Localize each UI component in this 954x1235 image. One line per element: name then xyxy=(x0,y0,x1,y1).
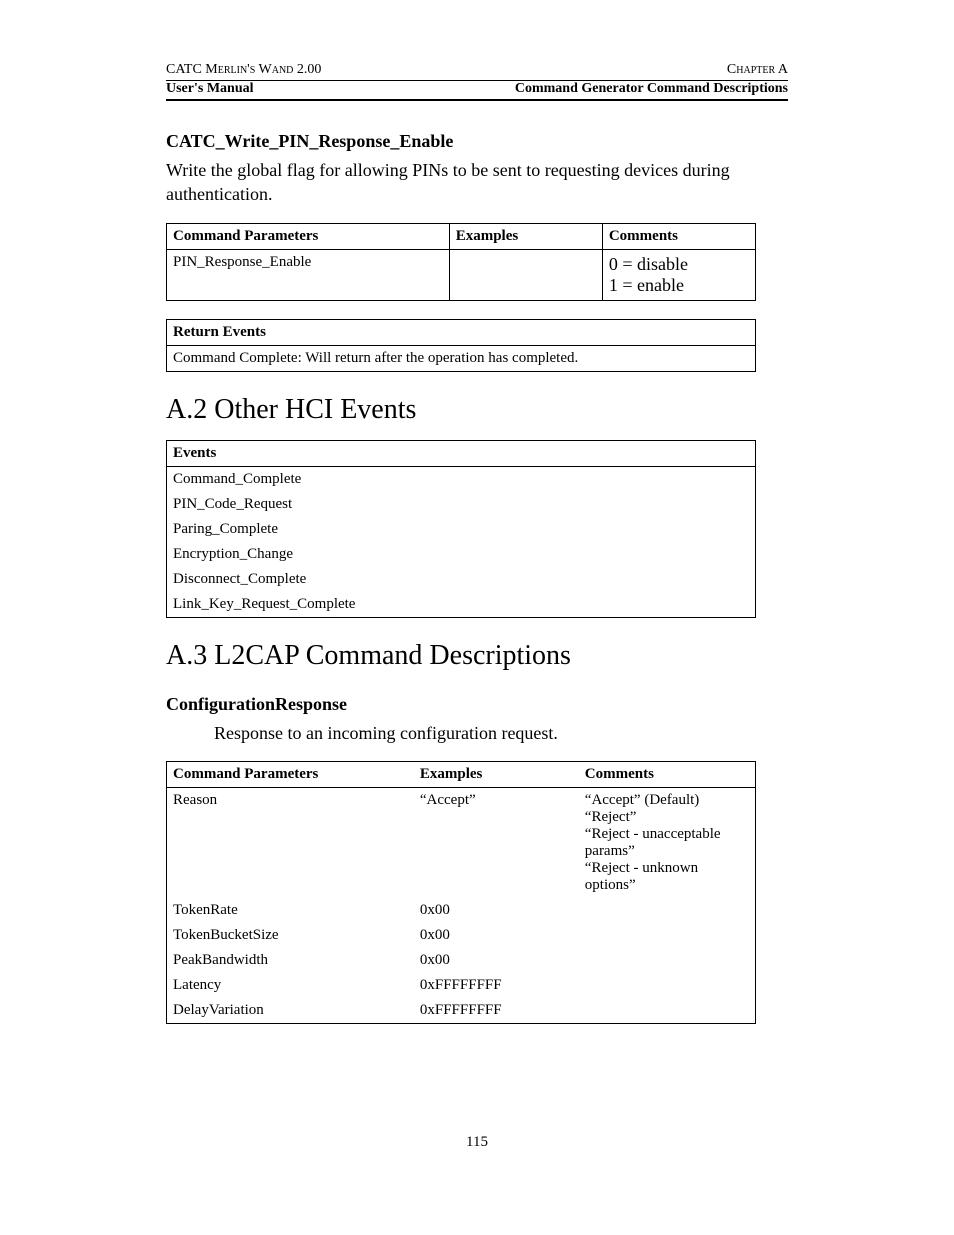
cell-param: DelayVariation xyxy=(167,998,414,1024)
command-parameters-table: Command Parameters Examples Comments PIN… xyxy=(166,223,756,301)
config-response-desc: Response to an incoming configuration re… xyxy=(214,721,788,745)
cell-example: “Accept” xyxy=(414,787,579,898)
table-row: PIN_Response_Enable 0 = disable 1 = enab… xyxy=(167,249,756,300)
cell-comment: 0 = disable 1 = enable xyxy=(602,249,755,300)
return-events-header: Return Events xyxy=(167,319,756,345)
cell-comment xyxy=(579,998,756,1024)
cell-comment xyxy=(579,923,756,948)
event-row: Command_Complete xyxy=(167,466,756,492)
event-row: Link_Key_Request_Complete xyxy=(167,592,756,618)
cell-comment xyxy=(579,948,756,973)
page-content: CATC Merlin's Wand 2.00 Chapter A User's… xyxy=(0,0,954,1191)
event-row: Paring_Complete xyxy=(167,517,756,542)
col-header-examples: Examples xyxy=(414,761,579,787)
return-events-text: Command Complete: Will return after the … xyxy=(167,345,756,371)
page-header: CATC Merlin's Wand 2.00 Chapter A xyxy=(166,62,788,78)
header-right-top: Chapter A xyxy=(727,62,788,78)
header-right-bottom: Command Generator Command Descriptions xyxy=(515,81,788,97)
page-number: 115 xyxy=(166,1134,788,1151)
return-events-table: Return Events Command Complete: Will ret… xyxy=(166,319,756,372)
command-description: Write the global flag for allowing PINs … xyxy=(166,158,788,207)
events-header: Events xyxy=(167,440,756,466)
event-row: Encryption_Change xyxy=(167,542,756,567)
cell-example xyxy=(449,249,602,300)
col-header-params: Command Parameters xyxy=(167,761,414,787)
col-header-params: Command Parameters xyxy=(167,223,450,249)
cell-example: 0x00 xyxy=(414,948,579,973)
cell-param: TokenRate xyxy=(167,898,414,923)
cell-param: Reason xyxy=(167,787,414,898)
cell-param: PIN_Response_Enable xyxy=(167,249,450,300)
cell-param: Latency xyxy=(167,973,414,998)
section-a2-title: A.2 Other HCI Events xyxy=(166,394,788,426)
event-row: PIN_Code_Request xyxy=(167,492,756,517)
cell-example: 0xFFFFFFFF xyxy=(414,973,579,998)
col-header-comments: Comments xyxy=(579,761,756,787)
header-left-bottom: User's Manual xyxy=(166,81,254,97)
cell-comment xyxy=(579,898,756,923)
cell-example: 0x00 xyxy=(414,923,579,948)
cell-comment xyxy=(579,973,756,998)
cell-param: PeakBandwidth xyxy=(167,948,414,973)
cell-example: 0xFFFFFFFF xyxy=(414,998,579,1024)
table-row: TokenRate 0x00 xyxy=(167,898,756,923)
events-table: Events Command_Complete PIN_Code_Request… xyxy=(166,440,756,618)
config-response-title: ConfigurationResponse xyxy=(166,694,788,715)
event-row: Disconnect_Complete xyxy=(167,567,756,592)
table-row: PeakBandwidth 0x00 xyxy=(167,948,756,973)
table-row: Latency 0xFFFFFFFF xyxy=(167,973,756,998)
table-row: DelayVariation 0xFFFFFFFF xyxy=(167,998,756,1024)
command-title: CATC_Write_PIN_Response_Enable xyxy=(166,131,788,152)
cell-example: 0x00 xyxy=(414,898,579,923)
col-header-comments: Comments xyxy=(602,223,755,249)
col-header-examples: Examples xyxy=(449,223,602,249)
table-row: Reason “Accept” “Accept” (Default) “Reje… xyxy=(167,787,756,898)
rule-thick xyxy=(166,99,788,101)
table-row: TokenBucketSize 0x00 xyxy=(167,923,756,948)
section-a3-title: A.3 L2CAP Command Descriptions xyxy=(166,640,788,672)
page-subheader: User's Manual Command Generator Command … xyxy=(166,81,788,97)
header-left-top: CATC Merlin's Wand 2.00 xyxy=(166,62,321,78)
cell-param: TokenBucketSize xyxy=(167,923,414,948)
config-params-table: Command Parameters Examples Comments Rea… xyxy=(166,761,756,1024)
cell-comment: “Accept” (Default) “Reject” “Reject - un… xyxy=(579,787,756,898)
